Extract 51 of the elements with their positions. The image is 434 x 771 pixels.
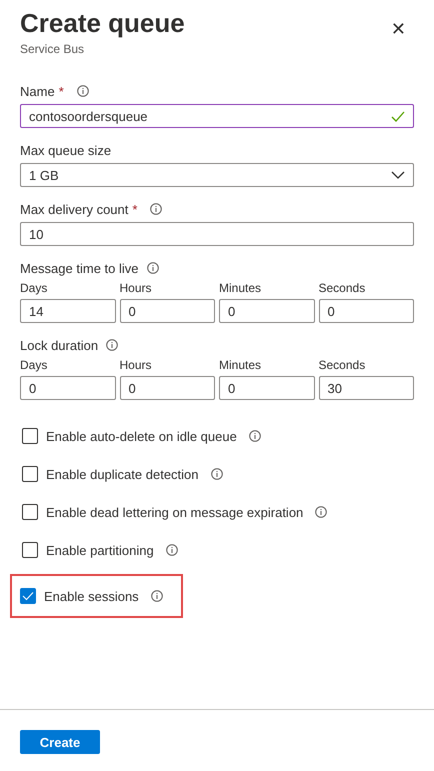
create-button[interactable]: Create: [20, 730, 100, 754]
unit-label: Days: [20, 281, 48, 296]
required-asterisk: *: [58, 84, 64, 98]
checkbox-label: Enable sessions: [44, 588, 139, 604]
number-field[interactable]: 14: [20, 299, 116, 323]
number-field[interactable]: 0: [120, 376, 215, 400]
checkmark-icon: [391, 110, 405, 122]
checkbox-label: Enable dead lettering on message expiration: [46, 504, 304, 520]
chevron-down-icon: [391, 171, 405, 179]
info-icon[interactable]: [150, 590, 163, 602]
info-icon[interactable]: [150, 203, 162, 215]
field-label: Name: [20, 84, 55, 98]
field-label: Max queue size: [20, 142, 112, 158]
text-field[interactable]: 10: [20, 222, 414, 246]
dropdown[interactable]: 1 GB: [20, 163, 414, 187]
unit-label: Minutes: [219, 358, 262, 373]
panel-subtitle: Service Bus: [20, 42, 86, 56]
info-icon[interactable]: [166, 544, 178, 556]
unit-label: Days: [20, 358, 48, 373]
field-label: Max delivery count: [20, 202, 128, 216]
number-field[interactable]: 30: [318, 376, 414, 400]
field-label: Message time to live: [20, 260, 138, 276]
checkbox[interactable]: [22, 504, 38, 520]
required-asterisk: *: [132, 202, 138, 216]
checkbox-label: Enable auto-delete on idle queue: [46, 428, 237, 444]
panel-title: Create queue: [20, 7, 185, 40]
info-icon[interactable]: [146, 262, 158, 274]
number-field[interactable]: 0: [318, 299, 414, 323]
text-field[interactable]: contosoordersqueue: [20, 104, 414, 128]
number-field[interactable]: 0: [219, 376, 314, 400]
info-icon[interactable]: [315, 506, 328, 518]
checkbox[interactable]: [22, 466, 38, 482]
checkbox[interactable]: [22, 542, 38, 558]
close-button[interactable]: ✕: [386, 14, 410, 44]
number-field[interactable]: 0: [20, 376, 116, 400]
unit-label: Hours: [120, 358, 153, 373]
checkbox[interactable]: [20, 588, 36, 604]
checkbox-label: Enable duplicate detection: [46, 466, 199, 482]
info-icon[interactable]: [210, 468, 223, 480]
unit-label: Seconds: [318, 358, 366, 373]
info-icon[interactable]: [76, 85, 89, 97]
unit-label: Minutes: [219, 281, 262, 296]
number-field[interactable]: 0: [120, 299, 215, 323]
info-icon[interactable]: [248, 430, 261, 442]
unit-label: Hours: [120, 281, 153, 296]
field-label: Lock duration: [20, 338, 98, 352]
number-field[interactable]: 0: [219, 299, 314, 323]
info-icon[interactable]: [106, 339, 118, 351]
checkbox-label: Enable partitioning: [46, 542, 154, 558]
checkbox[interactable]: [22, 428, 38, 444]
unit-label: Seconds: [318, 281, 366, 296]
